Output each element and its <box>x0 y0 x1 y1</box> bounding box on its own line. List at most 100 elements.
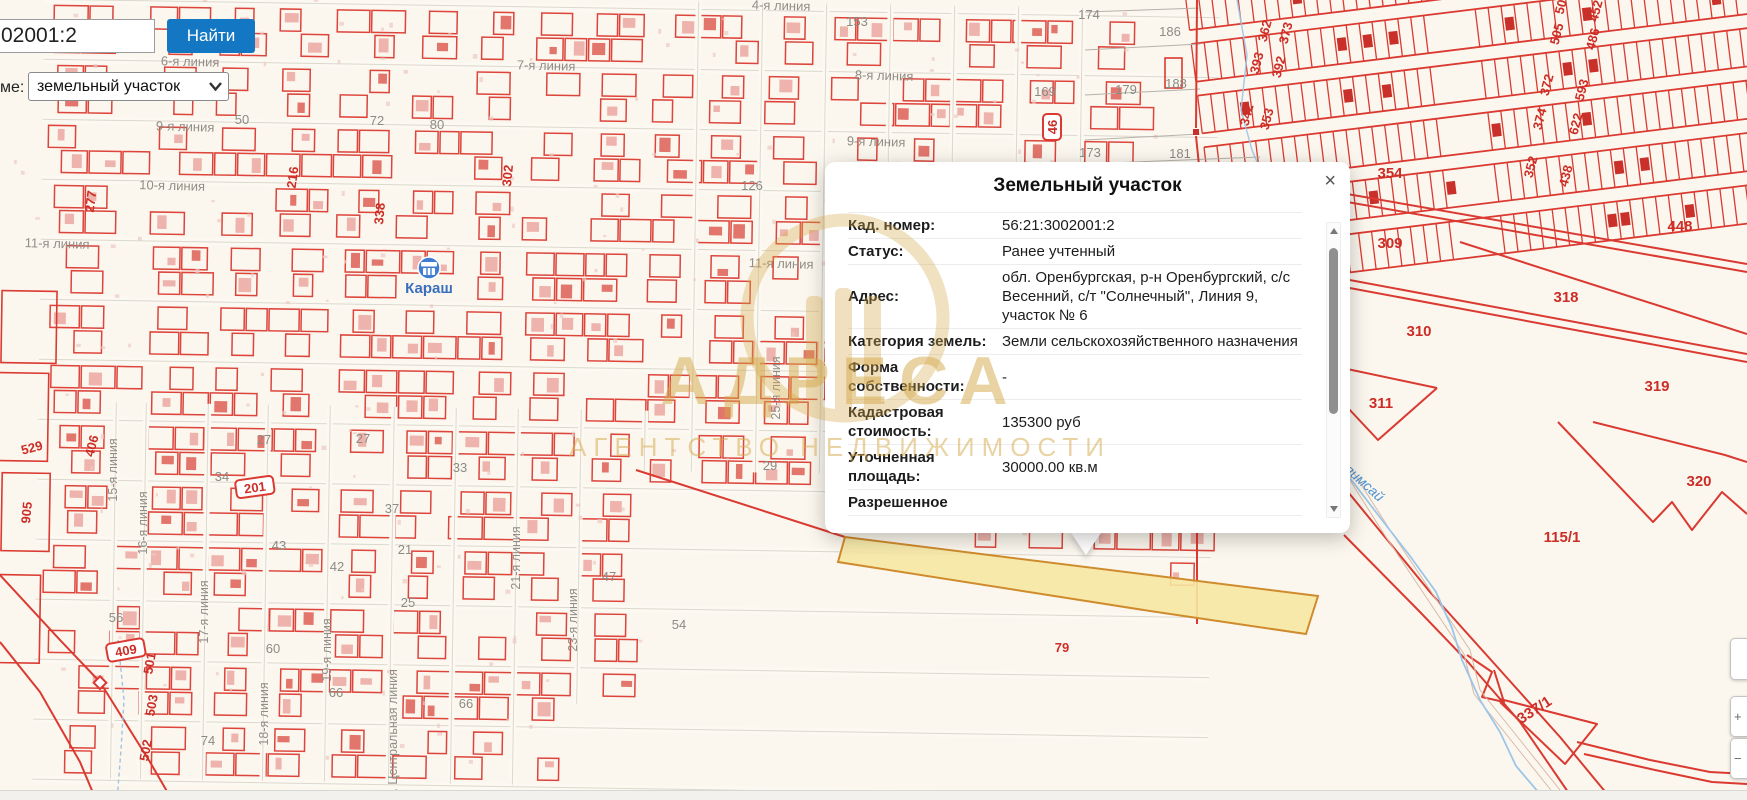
parcel-number-red: 310 <box>1406 323 1431 340</box>
info-value: 30000.00 кв.м <box>1002 458 1302 477</box>
street-label-vertical: 16-я линия <box>136 491 150 554</box>
scroll-down-icon[interactable] <box>1330 506 1338 512</box>
parcel-number-gray: 174 <box>1078 7 1100 22</box>
info-label: Статус: <box>848 242 1002 261</box>
info-label: Кадастровая стоимость: <box>848 403 1002 441</box>
info-label: Кад. номер: <box>848 216 1002 235</box>
map-control-button[interactable] <box>1730 638 1747 680</box>
street-label: 7-я линия <box>517 57 576 74</box>
street-label: 10-я линия <box>139 177 205 194</box>
street-label: 11-я линия <box>25 235 90 252</box>
parcel-number-red: 302 <box>499 164 516 187</box>
parcel-number-gray: 27 <box>356 431 370 446</box>
info-label: Уточненная площадь: <box>848 448 1002 486</box>
info-row: Адрес:обл. Оренбургская, р-н Оренбургски… <box>848 265 1302 329</box>
street-label-vertical: ул. Центральная линия <box>386 669 400 800</box>
parcel-number-gray: 27 <box>257 432 271 447</box>
street-label-vertical: 17-я линия <box>197 580 211 643</box>
parcel-number-gray: 74 <box>201 733 215 748</box>
street-label: 6-я линия <box>161 53 220 70</box>
object-type-select[interactable]: земельный участок <box>28 72 229 101</box>
parcel-number-red: 79 <box>1055 640 1069 655</box>
info-row: Кад. номер:56:21:3002001:2 <box>848 213 1302 239</box>
parcel-number-red: 354 <box>1377 165 1403 182</box>
info-label: Разрешенное <box>848 493 1002 512</box>
parcel-number-gray: 126 <box>741 178 763 193</box>
svg-text:46: 46 <box>1045 120 1060 134</box>
street-label-vertical: 25-я линия <box>769 356 783 419</box>
info-label: Адрес: <box>848 287 1002 306</box>
parcel-number-red: 338 <box>371 202 388 225</box>
parcel-number-red: 905 <box>18 501 35 524</box>
info-value: - <box>1002 368 1302 387</box>
street-label-vertical: 15-я линия <box>106 438 120 501</box>
parcel-number-gray: 54 <box>672 617 686 632</box>
search-input[interactable] <box>0 19 155 53</box>
street-label-vertical: 23-я линия <box>566 588 580 651</box>
parcel-number-boxed: 46 <box>1043 114 1061 140</box>
scrollbar-thumb[interactable] <box>1329 248 1338 414</box>
place-label: Караш <box>405 280 453 297</box>
parcel-number-boxed: 201 <box>235 475 275 498</box>
parcel-number-red: 115/1 <box>1544 529 1581 546</box>
info-value: Ранее учтенный <box>1002 242 1302 261</box>
info-value: обл. Оренбургская, р-н Оренбургский, с/с… <box>1002 268 1302 325</box>
parcel-number-gray: 173 <box>1079 145 1101 160</box>
street-label: 9-я линия <box>156 118 215 135</box>
parcel-number-red: 320 <box>1686 473 1711 490</box>
parcel-number-gray: 179 <box>1115 82 1137 97</box>
parcel-number-red: 448 <box>1667 218 1692 235</box>
parcel-number-gray: 42 <box>330 559 344 574</box>
app-window: 153 174 186 169 179 188 173 181 126 50 72 80 27 27 34 3… <box>0 0 1747 800</box>
street-label: 9-я линия <box>847 133 906 150</box>
parcel-number-gray: 181 <box>1169 146 1191 161</box>
parcel-number-red: 309 <box>1377 235 1402 252</box>
street-label-vertical: 19-я линия <box>320 618 334 681</box>
parcel-number-gray: 188 <box>1165 76 1187 91</box>
popup-title: Земельный участок <box>825 175 1350 197</box>
parcel-number-gray: 37 <box>385 501 399 516</box>
parcel-number-gray: 34 <box>215 469 229 484</box>
parcel-number-gray: 33 <box>453 460 467 475</box>
parcel-number-gray: 43 <box>272 538 286 553</box>
horizontal-scrollbar[interactable] <box>0 790 1747 800</box>
info-row: Кадастровая стоимость:135300 руб <box>848 400 1302 445</box>
info-row: Уточненная площадь:30000.00 кв.м <box>848 445 1302 490</box>
scroll-up-icon[interactable] <box>1330 228 1338 234</box>
object-type-value: земельный участок <box>37 78 180 96</box>
popup-rows: Кад. номер:56:21:3002001:2Статус:Ранее у… <box>848 212 1302 516</box>
parcel-number-gray: 66 <box>459 696 473 711</box>
parcel-number-gray: 66 <box>329 685 343 700</box>
svg-text:201: 201 <box>243 479 267 497</box>
info-row: Категория земель:Земли сельскохозяйствен… <box>848 329 1302 355</box>
street-label-vertical: 18-я линия <box>257 682 271 745</box>
parcel-number-red: 319 <box>1644 378 1669 395</box>
parcel-number-gray: 47 <box>602 569 616 584</box>
parcel-number-red: 311 <box>1369 395 1393 412</box>
info-value: 56:21:3002001:2 <box>1002 216 1302 235</box>
info-label: Форма собственности: <box>848 358 1002 396</box>
zoom-in-button[interactable]: + <box>1730 696 1747 737</box>
parcel-number-gray: 72 <box>370 113 384 128</box>
parcel-number-gray: 80 <box>430 117 444 132</box>
parcel-info-popup: Земельный участок × Кад. номер:56:21:300… <box>825 162 1350 533</box>
parcel-number-gray: 186 <box>1159 24 1181 39</box>
search-button[interactable]: Найти <box>167 19 255 53</box>
info-value: 135300 руб <box>1002 413 1302 432</box>
info-label: Категория земель: <box>848 332 1002 351</box>
parcel-number-gray: 25 <box>401 595 415 610</box>
place-marker[interactable] <box>418 257 440 279</box>
zoom-out-button[interactable]: − <box>1730 738 1747 779</box>
info-row: Статус:Ранее учтенный <box>848 239 1302 265</box>
parcel-number-gray: 153 <box>846 14 868 29</box>
parcel-number-red: 277 <box>82 190 100 214</box>
parcel-number-gray: 50 <box>235 112 249 127</box>
street-label: 4-я линия <box>752 0 811 14</box>
parcel-number-gray: 56 <box>109 610 123 625</box>
parcel-number-gray: 169 <box>1034 84 1056 99</box>
popup-scrollbar[interactable] <box>1326 222 1341 518</box>
info-row: Форма собственности:- <box>848 355 1302 400</box>
close-icon[interactable]: × <box>1324 171 1336 191</box>
parcel-number-gray: 29 <box>763 458 777 473</box>
object-type-label: ме: <box>0 79 24 97</box>
